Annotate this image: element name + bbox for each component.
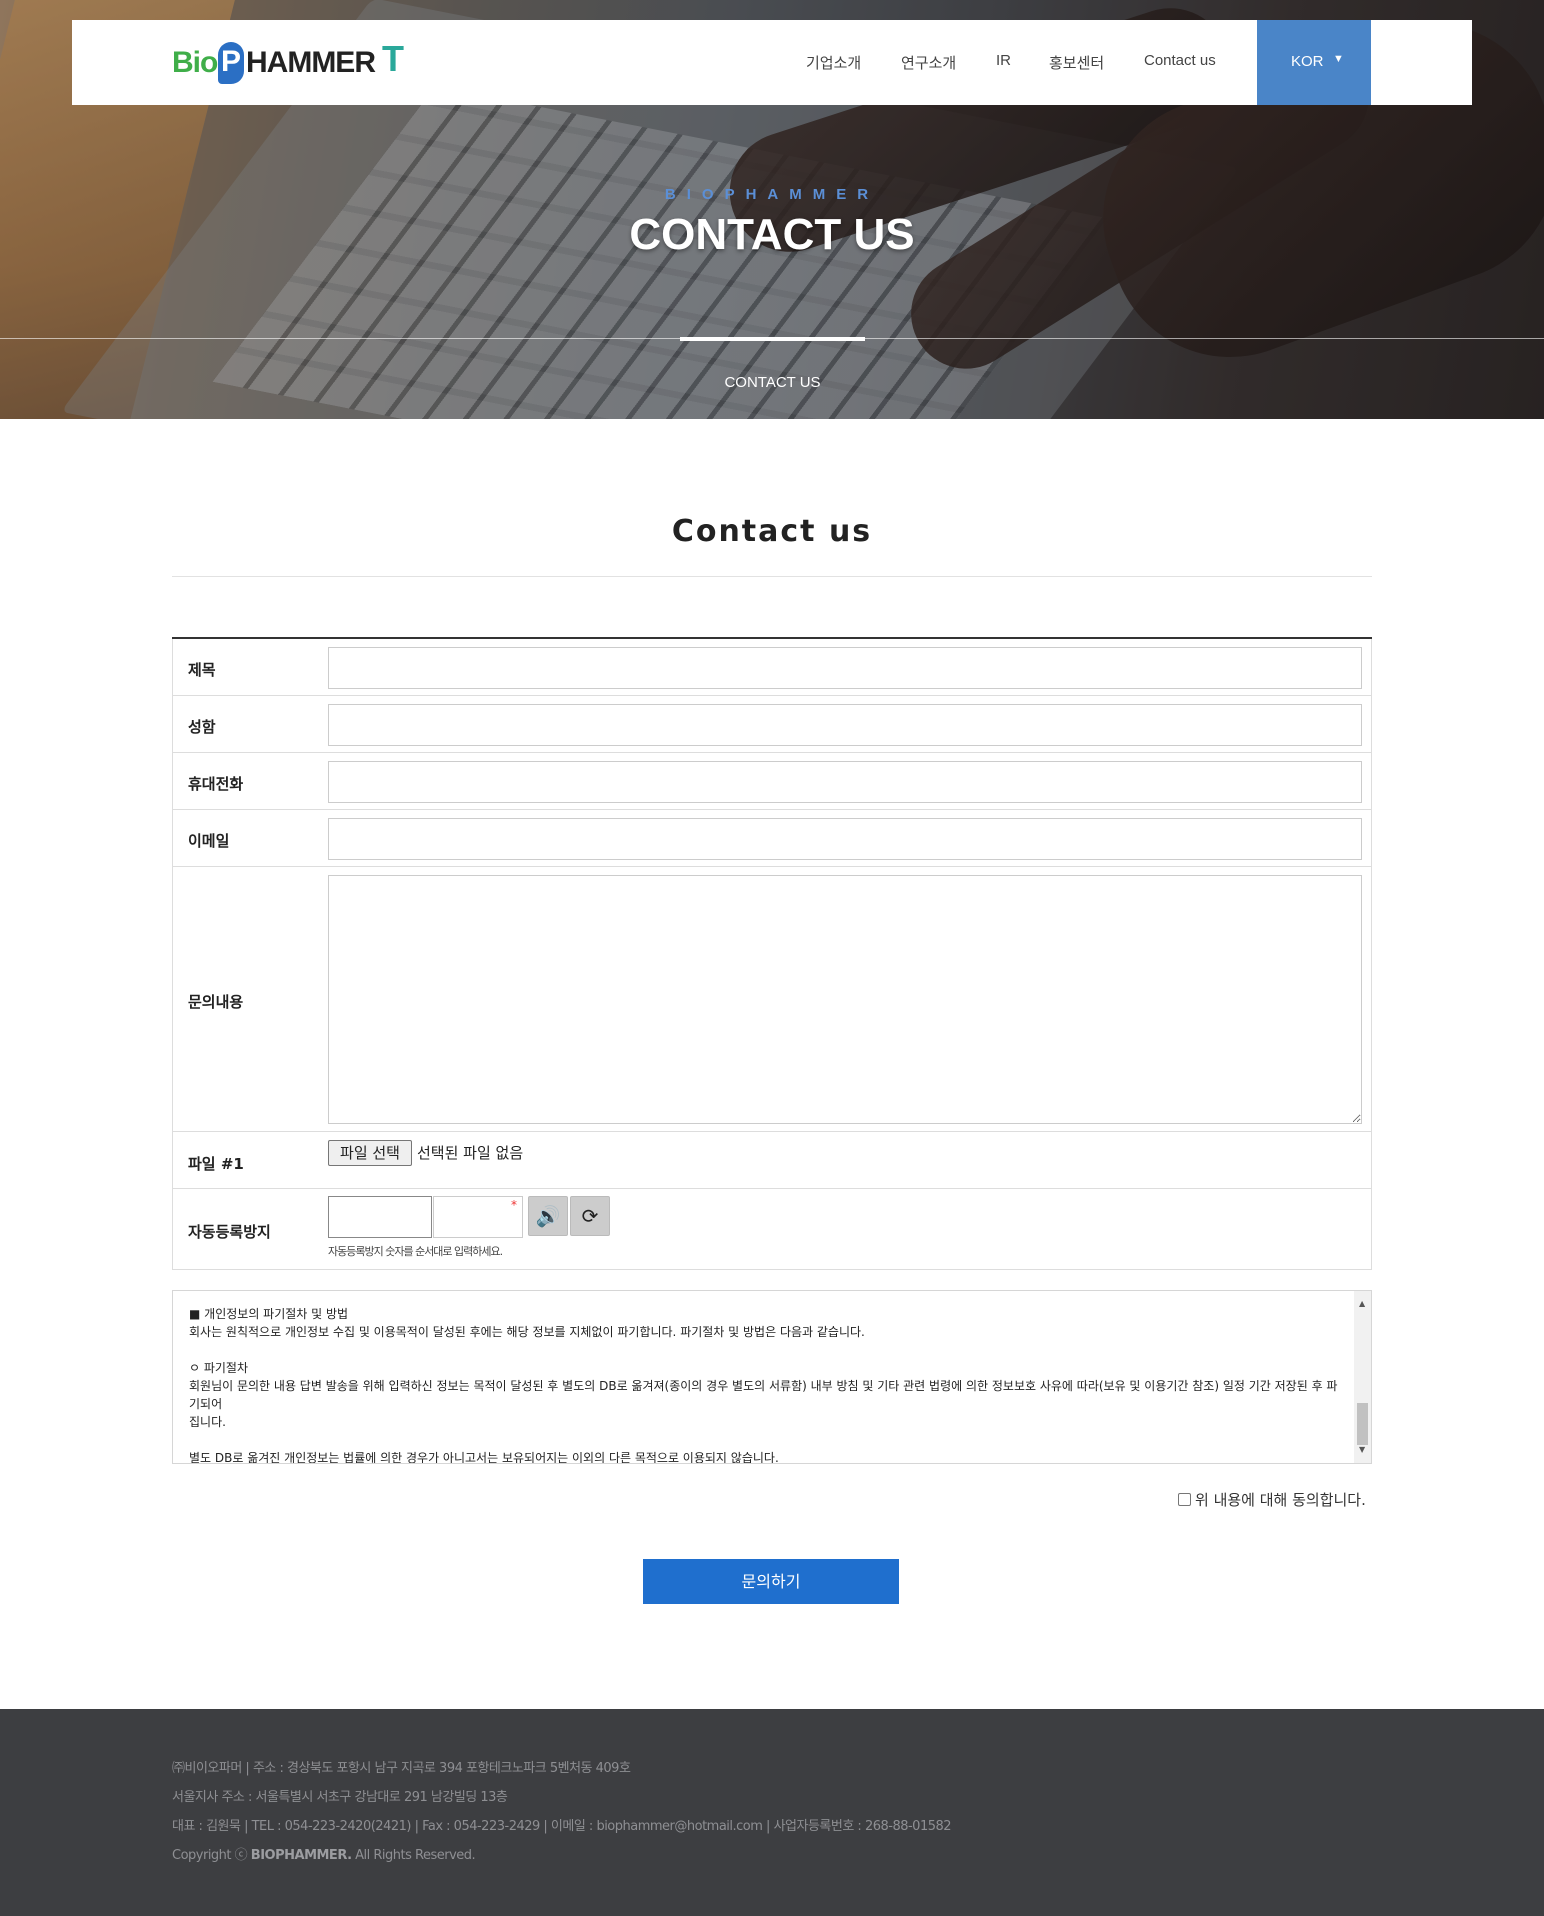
form-row-email: 이메일 (172, 810, 1372, 867)
form-row-subject: 제목 (172, 639, 1372, 696)
chevron-down-icon: ▼ (1333, 53, 1344, 65)
privacy-line: ■ 개인정보의 파기절차 및 방법 (189, 1307, 349, 1321)
title-divider (172, 576, 1372, 577)
message-label: 문의내용 (188, 993, 244, 1011)
top-navigation: Bio P HAMMER T 기업소개 연구소개 IR 홍보센터 Contact… (72, 20, 1472, 105)
speaker-icon: 🔊 (535, 1204, 561, 1228)
privacy-line: 별도 DB로 옮겨진 개인정보는 법률에 의한 경우가 아니고서는 보유되어지는… (189, 1451, 779, 1464)
form-row-file: 파일 #1 파일 선택 선택된 파일 없음 (172, 1132, 1372, 1189)
subject-input[interactable] (328, 647, 1362, 689)
site-footer: ㈜비이오파머 | 주소 : 경상북도 포항시 남구 지곡로 394 포항테크노파… (0, 1709, 1544, 1916)
footer-contact-info: 대표 : 김원묵 | TEL : 054-223-2420(2421) | Fa… (172, 1819, 952, 1834)
subject-label: 제목 (188, 661, 216, 679)
phone-label: 휴대전화 (188, 775, 244, 793)
message-textarea[interactable] (328, 875, 1362, 1124)
page-title: Contact us (671, 514, 873, 549)
captcha-hint: 자동등록방지 숫자를 순서대로 입력하세요. (328, 1245, 503, 1258)
agree-checkbox-row[interactable]: 위 내용에 대해 동의합니다. (1178, 1489, 1366, 1510)
form-row-captcha: 자동등록방지 * 🔊 ⟳ 자동등록방지 숫자를 순서대로 입력하세요. (172, 1189, 1372, 1270)
hero-subtitle: BIOPHAMMER (664, 186, 880, 203)
menu-item-company[interactable]: 기업소개 (806, 52, 861, 73)
privacy-line: 회사는 원칙적으로 개인정보 수집 및 이용목적이 달성된 후에는 해당 정보를… (189, 1325, 865, 1339)
refresh-icon: ⟳ (581, 1204, 599, 1228)
agree-checkbox[interactable] (1178, 1493, 1191, 1506)
privacy-scrollbar[interactable]: ▲ ▼ (1354, 1291, 1371, 1463)
file-choose-button[interactable]: 파일 선택 (328, 1140, 412, 1166)
form-row-message: 문의내용 (172, 867, 1372, 1132)
form-row-phone: 휴대전화 (172, 753, 1372, 810)
tab-contact-us[interactable]: CONTACT US (680, 374, 865, 391)
scroll-down-icon[interactable]: ▼ (1359, 1441, 1365, 1459)
menu-item-ir[interactable]: IR (996, 52, 1011, 69)
privacy-policy-box[interactable]: ■ 개인정보의 파기절차 및 방법 회사는 원칙적으로 개인정보 수집 및 이용… (172, 1290, 1372, 1464)
name-label: 성함 (188, 718, 216, 736)
email-input[interactable] (328, 818, 1362, 860)
privacy-line (189, 1431, 1339, 1449)
required-mark: * (511, 1198, 517, 1212)
footer-seoul-address: 서울지사 주소 : 서울특별시 서초구 강남대로 291 남강빌딩 13층 (172, 1790, 508, 1805)
privacy-policy-text: ■ 개인정보의 파기절차 및 방법 회사는 원칙적으로 개인정보 수집 및 이용… (189, 1305, 1339, 1464)
file-label: 파일 #1 (188, 1155, 244, 1173)
menu-item-contact[interactable]: Contact us (1144, 52, 1216, 69)
agree-label: 위 내용에 대해 동의합니다. (1195, 1491, 1366, 1509)
menu-item-pr-center[interactable]: 홍보센터 (1049, 52, 1104, 73)
active-tab-indicator (680, 337, 865, 341)
phone-input[interactable] (328, 761, 1362, 803)
language-label: KOR (1291, 53, 1324, 70)
scroll-thumb[interactable] (1357, 1403, 1368, 1445)
email-label: 이메일 (188, 832, 230, 850)
captcha-input[interactable] (433, 1196, 523, 1238)
form-row-name: 성함 (172, 696, 1372, 753)
footer-company-address: ㈜비이오파머 | 주소 : 경상북도 포항시 남구 지곡로 394 포항테크노파… (172, 1761, 631, 1776)
footer-copyright: Copyright ⓒ BIOPHAMMER. All Rights Reser… (172, 1848, 476, 1863)
scroll-up-icon[interactable]: ▲ (1359, 1295, 1365, 1313)
privacy-line (189, 1341, 1339, 1359)
contact-form: 제목 성함 휴대전화 이메일 문의내용 파일 #1 파일 선택 선택된 파일 없… (172, 637, 1372, 1270)
submit-button[interactable]: 문의하기 (643, 1559, 899, 1604)
menu-item-research[interactable]: 연구소개 (901, 52, 956, 73)
captcha-image (328, 1196, 432, 1238)
privacy-line: ㅇ 파기절차 (189, 1361, 249, 1375)
captcha-audio-button[interactable]: 🔊 (528, 1196, 568, 1236)
captcha-label: 자동등록방지 (188, 1223, 271, 1241)
name-input[interactable] (328, 704, 1362, 746)
hero-title: CONTACT US (629, 210, 915, 259)
file-status-text: 선택된 파일 없음 (417, 1144, 524, 1162)
privacy-line: 회원님이 문의한 내용 답변 발송을 위해 입력하신 정보는 목적이 달성된 후… (189, 1379, 1338, 1411)
language-selector[interactable]: KOR ▼ (1257, 20, 1371, 105)
captcha-refresh-button[interactable]: ⟳ (570, 1196, 610, 1236)
hero-banner: Bio P HAMMER T 기업소개 연구소개 IR 홍보센터 Contact… (0, 0, 1544, 419)
privacy-line: 집니다. (189, 1415, 226, 1429)
